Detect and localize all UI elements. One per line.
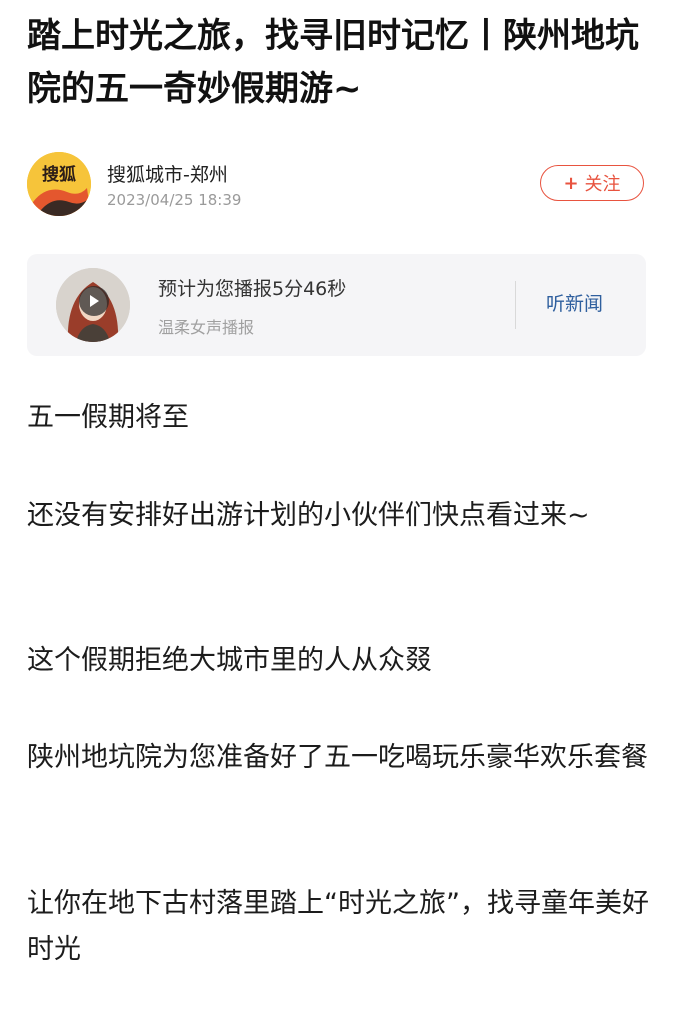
paragraph: 让你在地下古村落里踏上“时光之旅”，找寻童年美好时光 [27,888,649,965]
paragraph: 五一假期将至 [27,402,189,433]
author-avatar[interactable]: 搜狐 [27,152,91,216]
follow-button[interactable]: + 关注 [540,165,644,201]
divider [515,281,516,329]
author-bar: 搜狐 搜狐城市-郑州 2023/04/25 18:39 + 关注 [27,152,647,218]
sohu-logo-icon: 搜狐 [27,152,91,216]
avatar-text: 搜狐 [42,164,76,185]
audio-player-card[interactable]: 预计为您播报5分46秒 温柔女声播报 听新闻 [27,254,646,356]
paragraph: 还没有安排好出游计划的小伙伴们快点看过来~ [27,500,590,531]
author-name[interactable]: 搜狐城市-郑州 [107,160,228,187]
audio-duration: 预计为您播报5分46秒 [158,278,347,300]
paragraph: 陕州地坑院为您准备好了五一吃喝玩乐豪华欢乐套餐 [27,742,648,773]
listen-news-button[interactable]: 听新闻 [546,289,603,316]
plus-icon: + [563,172,579,194]
audio-voice-type: 温柔女声播报 [158,318,255,337]
paragraph: 这个假期拒绝大城市里的人从众叕 [27,645,432,676]
follow-label: 关注 [584,174,621,195]
play-icon[interactable] [79,286,109,316]
publish-time: 2023/04/25 18:39 [107,191,242,209]
article-title: 踏上时光之旅，找寻旧时记忆丨陕州地坑院的五一奇妙假期游~ [27,16,639,109]
